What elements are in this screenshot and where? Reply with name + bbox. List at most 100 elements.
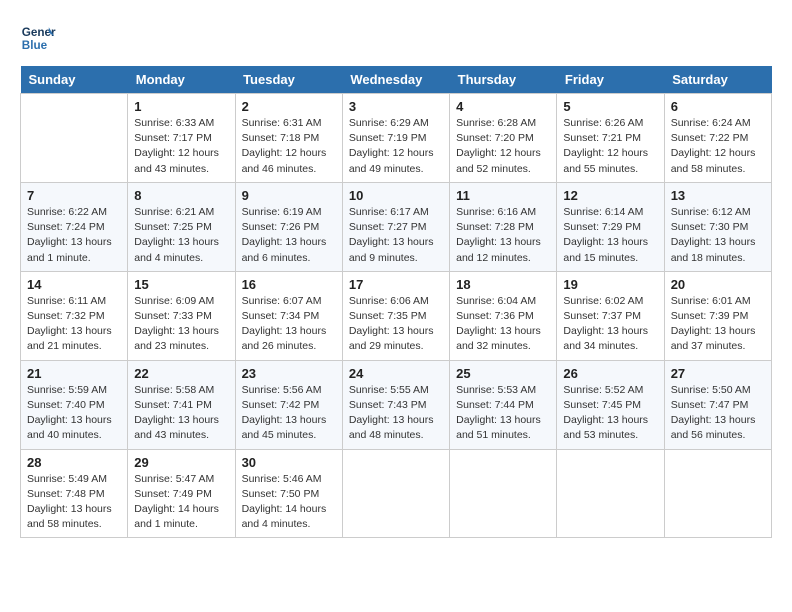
day-info: Sunrise: 6:21 AMSunset: 7:25 PMDaylight:… bbox=[134, 205, 228, 266]
logo: General Blue bbox=[20, 20, 56, 56]
day-info: Sunrise: 6:06 AMSunset: 7:35 PMDaylight:… bbox=[349, 294, 443, 355]
day-number: 1 bbox=[134, 99, 228, 114]
weekday-header-tuesday: Tuesday bbox=[235, 66, 342, 94]
day-number: 27 bbox=[671, 366, 765, 381]
calendar-cell: 25 Sunrise: 5:53 AMSunset: 7:44 PMDayligh… bbox=[450, 360, 557, 449]
calendar-cell: 23 Sunrise: 5:56 AMSunset: 7:42 PMDayligh… bbox=[235, 360, 342, 449]
calendar-cell: 19 Sunrise: 6:02 AMSunset: 7:37 PMDayligh… bbox=[557, 271, 664, 360]
day-info: Sunrise: 6:11 AMSunset: 7:32 PMDaylight:… bbox=[27, 294, 121, 355]
day-number: 11 bbox=[456, 188, 550, 203]
calendar-cell: 22 Sunrise: 5:58 AMSunset: 7:41 PMDayligh… bbox=[128, 360, 235, 449]
calendar-table: SundayMondayTuesdayWednesdayThursdayFrid… bbox=[20, 66, 772, 538]
day-info: Sunrise: 6:31 AMSunset: 7:18 PMDaylight:… bbox=[242, 116, 336, 177]
calendar-week-row: 21Sunrise: 5:59 AMSunset: 7:40 PMDayligh… bbox=[21, 360, 772, 449]
calendar-cell: 26Sunrise: 5:52 AMSunset: 7:45 PMDayligh… bbox=[557, 360, 664, 449]
day-info: Sunrise: 6:16 AMSunset: 7:28 PMDaylight:… bbox=[456, 205, 550, 266]
day-number: 6 bbox=[671, 99, 765, 114]
day-info: Sunrise: 6:33 AMSunset: 7:17 PMDaylight:… bbox=[134, 116, 228, 177]
day-number: 17 bbox=[349, 277, 443, 292]
calendar-cell: 12 Sunrise: 6:14 AMSunset: 7:29 PMDayligh… bbox=[557, 182, 664, 271]
calendar-cell: 3 Sunrise: 6:29 AMSunset: 7:19 PMDaylight… bbox=[342, 94, 449, 183]
calendar-cell: 6 Sunrise: 6:24 AMSunset: 7:22 PMDaylight… bbox=[664, 94, 771, 183]
day-info: Sunrise: 6:22 AMSunset: 7:24 PMDaylight:… bbox=[27, 205, 121, 266]
calendar-cell bbox=[21, 94, 128, 183]
calendar-cell: 14 Sunrise: 6:11 AMSunset: 7:32 PMDayligh… bbox=[21, 271, 128, 360]
day-number: 5 bbox=[563, 99, 657, 114]
weekday-header-row: SundayMondayTuesdayWednesdayThursdayFrid… bbox=[21, 66, 772, 94]
calendar-cell: 4 Sunrise: 6:28 AMSunset: 7:20 PMDaylight… bbox=[450, 94, 557, 183]
day-info: Sunrise: 5:47 AMSunset: 7:49 PMDaylight:… bbox=[134, 472, 228, 533]
day-info: Sunrise: 6:26 AMSunset: 7:21 PMDaylight:… bbox=[563, 116, 657, 177]
day-number: 16 bbox=[242, 277, 336, 292]
calendar-cell: 16 Sunrise: 6:07 AMSunset: 7:34 PMDayligh… bbox=[235, 271, 342, 360]
day-info: Sunrise: 6:14 AMSunset: 7:29 PMDaylight:… bbox=[563, 205, 657, 266]
day-number: 3 bbox=[349, 99, 443, 114]
day-number: 12 bbox=[563, 188, 657, 203]
day-number: 29 bbox=[134, 455, 228, 470]
day-info: Sunrise: 5:56 AMSunset: 7:42 PMDaylight:… bbox=[242, 383, 336, 444]
day-number: 22 bbox=[134, 366, 228, 381]
day-number: 23 bbox=[242, 366, 336, 381]
day-info: Sunrise: 6:04 AMSunset: 7:36 PMDaylight:… bbox=[456, 294, 550, 355]
calendar-cell: 21Sunrise: 5:59 AMSunset: 7:40 PMDayligh… bbox=[21, 360, 128, 449]
day-number: 18 bbox=[456, 277, 550, 292]
weekday-header-monday: Monday bbox=[128, 66, 235, 94]
calendar-week-row: 14 Sunrise: 6:11 AMSunset: 7:32 PMDayligh… bbox=[21, 271, 772, 360]
page-header: General Blue bbox=[20, 20, 772, 56]
day-info: Sunrise: 6:29 AMSunset: 7:19 PMDaylight:… bbox=[349, 116, 443, 177]
svg-text:Blue: Blue bbox=[22, 39, 48, 52]
day-number: 8 bbox=[134, 188, 228, 203]
day-info: Sunrise: 5:59 AMSunset: 7:40 PMDaylight:… bbox=[27, 383, 121, 444]
day-number: 10 bbox=[349, 188, 443, 203]
day-number: 25 bbox=[456, 366, 550, 381]
day-number: 7 bbox=[27, 188, 121, 203]
day-info: Sunrise: 5:53 AMSunset: 7:44 PMDaylight:… bbox=[456, 383, 550, 444]
weekday-header-saturday: Saturday bbox=[664, 66, 771, 94]
day-number: 4 bbox=[456, 99, 550, 114]
calendar-cell: 15Sunrise: 6:09 AMSunset: 7:33 PMDayligh… bbox=[128, 271, 235, 360]
logo-icon: General Blue bbox=[20, 20, 56, 56]
day-info: Sunrise: 6:24 AMSunset: 7:22 PMDaylight:… bbox=[671, 116, 765, 177]
calendar-cell: 8 Sunrise: 6:21 AMSunset: 7:25 PMDaylight… bbox=[128, 182, 235, 271]
day-number: 19 bbox=[563, 277, 657, 292]
calendar-cell: 7 Sunrise: 6:22 AMSunset: 7:24 PMDaylight… bbox=[21, 182, 128, 271]
day-number: 30 bbox=[242, 455, 336, 470]
weekday-header-thursday: Thursday bbox=[450, 66, 557, 94]
day-number: 26 bbox=[563, 366, 657, 381]
calendar-cell: 10 Sunrise: 6:17 AMSunset: 7:27 PMDayligh… bbox=[342, 182, 449, 271]
calendar-cell: 18 Sunrise: 6:04 AMSunset: 7:36 PMDayligh… bbox=[450, 271, 557, 360]
day-number: 9 bbox=[242, 188, 336, 203]
weekday-header-friday: Friday bbox=[557, 66, 664, 94]
calendar-week-row: 1 Sunrise: 6:33 AMSunset: 7:17 PMDaylight… bbox=[21, 94, 772, 183]
day-info: Sunrise: 5:55 AMSunset: 7:43 PMDaylight:… bbox=[349, 383, 443, 444]
calendar-cell: 5 Sunrise: 6:26 AMSunset: 7:21 PMDaylight… bbox=[557, 94, 664, 183]
calendar-cell: 27 Sunrise: 5:50 AMSunset: 7:47 PMDayligh… bbox=[664, 360, 771, 449]
day-info: Sunrise: 5:50 AMSunset: 7:47 PMDaylight:… bbox=[671, 383, 765, 444]
calendar-cell: 17 Sunrise: 6:06 AMSunset: 7:35 PMDayligh… bbox=[342, 271, 449, 360]
day-info: Sunrise: 6:12 AMSunset: 7:30 PMDaylight:… bbox=[671, 205, 765, 266]
day-info: Sunrise: 5:58 AMSunset: 7:41 PMDaylight:… bbox=[134, 383, 228, 444]
calendar-cell bbox=[450, 449, 557, 538]
day-number: 28 bbox=[27, 455, 121, 470]
calendar-cell: 11 Sunrise: 6:16 AMSunset: 7:28 PMDayligh… bbox=[450, 182, 557, 271]
day-number: 24 bbox=[349, 366, 443, 381]
day-number: 14 bbox=[27, 277, 121, 292]
calendar-cell: 20Sunrise: 6:01 AMSunset: 7:39 PMDayligh… bbox=[664, 271, 771, 360]
calendar-cell: 1 Sunrise: 6:33 AMSunset: 7:17 PMDaylight… bbox=[128, 94, 235, 183]
calendar-cell: 30 Sunrise: 5:46 AMSunset: 7:50 PMDayligh… bbox=[235, 449, 342, 538]
day-info: Sunrise: 5:46 AMSunset: 7:50 PMDaylight:… bbox=[242, 472, 336, 533]
calendar-cell bbox=[664, 449, 771, 538]
calendar-cell: 9Sunrise: 6:19 AMSunset: 7:26 PMDaylight… bbox=[235, 182, 342, 271]
day-number: 15 bbox=[134, 277, 228, 292]
day-info: Sunrise: 6:17 AMSunset: 7:27 PMDaylight:… bbox=[349, 205, 443, 266]
day-number: 2 bbox=[242, 99, 336, 114]
calendar-cell: 24 Sunrise: 5:55 AMSunset: 7:43 PMDayligh… bbox=[342, 360, 449, 449]
weekday-header-sunday: Sunday bbox=[21, 66, 128, 94]
day-info: Sunrise: 6:28 AMSunset: 7:20 PMDaylight:… bbox=[456, 116, 550, 177]
day-info: Sunrise: 5:49 AMSunset: 7:48 PMDaylight:… bbox=[27, 472, 121, 533]
weekday-header-wednesday: Wednesday bbox=[342, 66, 449, 94]
day-info: Sunrise: 6:02 AMSunset: 7:37 PMDaylight:… bbox=[563, 294, 657, 355]
day-number: 20 bbox=[671, 277, 765, 292]
calendar-cell bbox=[557, 449, 664, 538]
day-info: Sunrise: 6:07 AMSunset: 7:34 PMDaylight:… bbox=[242, 294, 336, 355]
